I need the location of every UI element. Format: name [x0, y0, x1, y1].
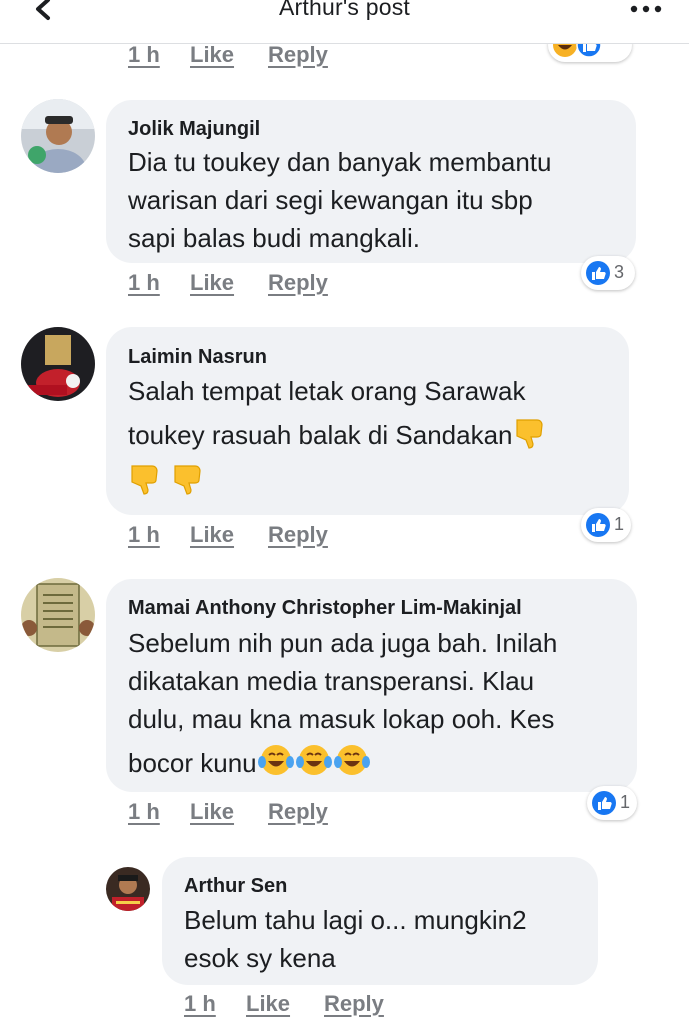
comment-text: Sebelum nih pun ada juga bah. Inilah dik… — [128, 624, 557, 782]
like-button[interactable]: Like — [190, 270, 234, 296]
comment-text: Dia tu toukey dan banyak membantu warisa… — [128, 143, 551, 257]
tears-of-joy-emoji — [257, 745, 294, 775]
tears-of-joy-emoji — [295, 745, 332, 775]
reply-button[interactable]: Reply — [268, 42, 328, 68]
avatar[interactable] — [21, 578, 95, 652]
avatar[interactable] — [106, 867, 150, 911]
comment-author[interactable]: Laimin Nasrun — [128, 346, 267, 369]
thumbs-down-emoji — [131, 465, 158, 495]
comment-line-text: toukey rasuah balak di Sandakan — [128, 420, 513, 450]
more-options-button[interactable] — [629, 2, 663, 14]
comment-line: dulu, mau kna masuk lokap ooh. Kes — [128, 704, 555, 734]
comment-line-text: bocor kunu — [128, 748, 257, 778]
comment-author[interactable]: Jolik Majungil — [128, 118, 260, 141]
comment-timestamp[interactable]: 1 h — [128, 270, 160, 296]
reply-text: Belum tahu lagi o... mungkin2 esok sy ke… — [184, 901, 527, 977]
comment-timestamp[interactable]: 1 h — [184, 991, 216, 1017]
comment-line: Salah tempat letak orang Sarawak — [128, 376, 526, 406]
comment-line: dikatakan media transperansi. Klau — [128, 666, 535, 696]
comment-line: toukey rasuah balak di Sandakan — [128, 410, 549, 454]
like-reaction-icon — [586, 513, 610, 537]
comment-line: Dia tu toukey dan banyak membantu — [128, 147, 552, 177]
comment-author[interactable]: Mamai Anthony Christopher Lim-Makinjal — [128, 597, 522, 620]
avatar[interactable] — [21, 99, 95, 173]
avatar[interactable] — [21, 327, 95, 401]
reaction-count: 1 — [620, 792, 631, 812]
thumbs-down-emoji — [174, 465, 201, 495]
reply-button[interactable]: Reply — [268, 270, 328, 296]
like-reaction-icon — [586, 261, 610, 285]
like-button[interactable]: Like — [190, 522, 234, 548]
more-dots-icon — [630, 5, 662, 13]
thumbs-down-emoji — [515, 419, 543, 449]
like-button[interactable]: Like — [246, 991, 290, 1017]
comment-line: warisan dari segi kewangan itu sbp — [128, 185, 533, 215]
reaction-count: 1 — [614, 514, 625, 534]
comment-actions: 1 h Like Reply — [0, 799, 689, 827]
top-navigation-bar: Arthur's post — [0, 0, 689, 44]
comment-timestamp[interactable]: 1 h — [128, 522, 160, 548]
comment-text: Salah tempat letak orang Sarawak toukey … — [128, 372, 549, 495]
reply-author[interactable]: Arthur Sen — [184, 875, 287, 898]
reaction-summary[interactable]: 1 — [581, 508, 631, 542]
like-reaction-icon — [592, 791, 616, 815]
reaction-summary[interactable]: 3 — [581, 256, 635, 290]
like-button[interactable]: Like — [190, 42, 234, 68]
comment-line: sapi balas budi mangkali. — [128, 223, 420, 253]
tears-of-joy-emoji — [333, 745, 370, 775]
reaction-summary[interactable]: 1 — [587, 786, 637, 820]
reply-button[interactable]: Reply — [324, 991, 384, 1017]
reaction-count: 3 — [614, 262, 625, 282]
reply-button[interactable]: Reply — [268, 522, 328, 548]
reply-button[interactable]: Reply — [268, 799, 328, 825]
comment-line: Sebelum nih pun ada juga bah. Inilah — [128, 628, 558, 658]
comment-line: bocor kunu — [128, 738, 557, 782]
comment-timestamp[interactable]: 1 h — [128, 42, 160, 68]
comment-line: Belum tahu lagi o... mungkin2 — [184, 905, 527, 935]
emoji-line — [128, 454, 549, 495]
page-title: Arthur's post — [279, 0, 410, 20]
like-button[interactable]: Like — [190, 799, 234, 825]
comment-timestamp[interactable]: 1 h — [128, 799, 160, 825]
comment-actions: 1 h Like Reply — [0, 991, 689, 1019]
comment-line: esok sy kena — [184, 943, 336, 973]
